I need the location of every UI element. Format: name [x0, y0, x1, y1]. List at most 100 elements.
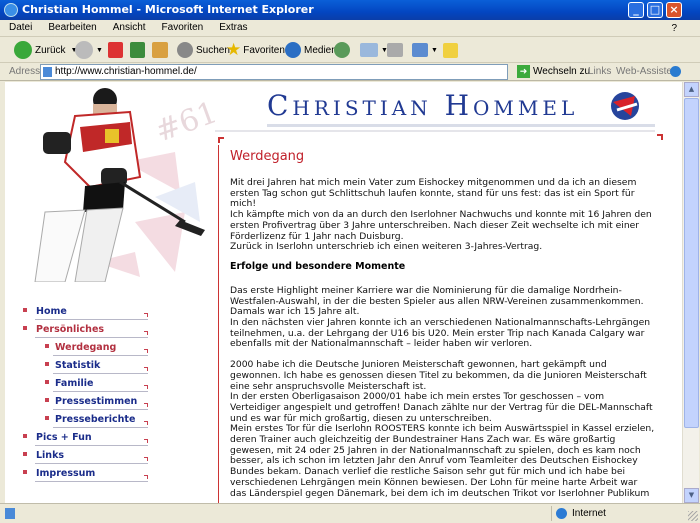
media-button[interactable]: Medien [285, 40, 337, 60]
home-icon [152, 42, 168, 58]
back-button[interactable]: Zurück▼ [14, 40, 78, 60]
corner-mark-icon [144, 313, 148, 317]
menu-bar: Datei Bearbeiten Ansicht Favoriten Extras? [0, 20, 700, 37]
resize-grip[interactable] [688, 511, 698, 521]
content-area: Werdegang Mit drei Jahren hat mich mein … [218, 134, 663, 503]
paragraph: Das erste Highlight meiner Karriere war … [230, 284, 644, 318]
chevron-down-icon: ▼ [431, 46, 438, 54]
links-button[interactable]: Links [588, 66, 611, 77]
go-arrow-icon: ➜ [517, 65, 530, 78]
refresh-button[interactable] [130, 40, 148, 60]
nav-pics-fun[interactable]: Pics + Fun [23, 432, 148, 450]
close-button[interactable]: × [666, 2, 682, 18]
bullet-icon [23, 470, 27, 474]
ie-icon [4, 3, 18, 17]
menu-help[interactable]: ? [662, 21, 684, 34]
forward-arrow-icon [75, 41, 93, 59]
menu-extras[interactable]: Extras [210, 20, 254, 33]
nav-underline [35, 481, 148, 482]
jersey-number: #61 [151, 95, 215, 150]
paragraph: Mit drei Jahren hat mich mein Vater zum … [230, 177, 637, 210]
nav-persoenliches[interactable]: Persönliches [23, 324, 148, 342]
nav-statistik[interactable]: Statistik [23, 360, 148, 378]
search-icon [177, 42, 193, 58]
nav-presseberichte[interactable]: Presseberichte [23, 414, 148, 432]
history-icon [334, 42, 350, 58]
site-navigation: Home Persönliches Werdegang Statistik Fa… [23, 306, 148, 486]
nav-underline [53, 409, 148, 410]
nav-underline [35, 319, 148, 320]
print-button[interactable] [387, 40, 406, 60]
nav-pressestimmen[interactable]: Pressestimmen [23, 396, 148, 414]
messenger-button[interactable] [443, 40, 461, 60]
minimize-button[interactable]: _ [628, 2, 644, 18]
corner-mark-icon [144, 457, 148, 461]
corner-mark-icon [657, 134, 663, 140]
bullet-icon [45, 362, 49, 366]
paragraph: Mein erstes Tor für die Iserlohn ROOSTER… [230, 423, 655, 499]
nav-werdegang[interactable]: Werdegang [23, 342, 148, 360]
bullet-icon [23, 308, 27, 312]
bullet-icon [23, 326, 27, 330]
nav-impressum[interactable]: Impressum [23, 468, 148, 486]
mail-button[interactable]: ▼ [360, 40, 388, 60]
player-image: #61 [34, 88, 215, 282]
globe-icon [670, 66, 681, 77]
go-button[interactable]: ➜ Wechseln zu [517, 65, 590, 78]
corner-mark-icon [144, 385, 148, 389]
stop-button[interactable] [108, 40, 126, 60]
maximize-button[interactable]: □ [647, 2, 663, 18]
note-icon [443, 42, 458, 58]
favorites-button[interactable]: ★ Favoriten [226, 40, 285, 60]
globe-icon [556, 508, 567, 519]
bullet-icon [45, 380, 49, 384]
vertical-scrollbar[interactable]: ▲ ▼ [682, 82, 699, 503]
media-icon [285, 42, 301, 58]
paragraph: Zurück in Iserlohn unterschrieb ich eine… [230, 241, 543, 253]
nav-familie[interactable]: Familie [23, 378, 148, 396]
star-icon: ★ [226, 40, 242, 59]
printer-icon [387, 43, 403, 57]
status-bar: Internet [0, 503, 700, 523]
corner-mark-icon [144, 331, 148, 335]
corner-mark-icon [218, 137, 224, 143]
bullet-icon [23, 434, 27, 438]
page-viewport: #61 Christian Hommel Home Persönliches W… [5, 82, 682, 503]
scroll-down-button[interactable]: ▼ [684, 488, 699, 503]
stop-icon [108, 42, 123, 58]
corner-mark-icon [144, 403, 148, 407]
scroll-up-button[interactable]: ▲ [684, 82, 699, 97]
site-title: Christian Hommel [267, 89, 579, 122]
corner-mark-icon [144, 367, 148, 371]
refresh-icon [130, 42, 145, 58]
corner-mark-icon [144, 349, 148, 353]
paragraph: Ich kämpfte mich von da an durch den Ise… [230, 209, 652, 242]
address-input[interactable]: http://www.christian-hommel.de/ [40, 64, 508, 80]
nav-underline [35, 463, 148, 464]
address-bar: Adresse http://www.christian-hommel.de/ … [0, 63, 700, 81]
bullet-icon [23, 452, 27, 456]
forward-button[interactable]: ▼ [75, 40, 103, 60]
menu-ansicht[interactable]: Ansicht [104, 20, 153, 33]
paragraph: In der ersten Oberligasaison 2000/01 hab… [230, 391, 653, 424]
menu-datei[interactable]: Datei [0, 20, 39, 33]
menu-favoriten[interactable]: Favoriten [153, 20, 211, 33]
bullet-icon [45, 344, 49, 348]
home-button[interactable] [152, 40, 171, 60]
nav-underline [35, 445, 148, 446]
scroll-thumb[interactable] [684, 98, 699, 428]
nav-underline [53, 427, 148, 428]
history-button[interactable] [334, 40, 353, 60]
page-icon [43, 67, 52, 77]
chevron-down-icon: ▼ [96, 46, 103, 54]
edit-button[interactable]: ▼ [412, 40, 438, 60]
nav-home[interactable]: Home [23, 306, 148, 324]
nav-underline [53, 391, 148, 392]
nav-links[interactable]: Links [23, 450, 148, 468]
search-button[interactable]: Suchen [177, 40, 230, 60]
corner-mark-icon [144, 475, 148, 479]
team-logo-icon [611, 92, 639, 120]
menu-bearbeiten[interactable]: Bearbeiten [39, 20, 103, 33]
paragraph: 2000 habe ich die Deutsche Junioren Meis… [230, 359, 647, 392]
edit-icon [412, 43, 428, 57]
